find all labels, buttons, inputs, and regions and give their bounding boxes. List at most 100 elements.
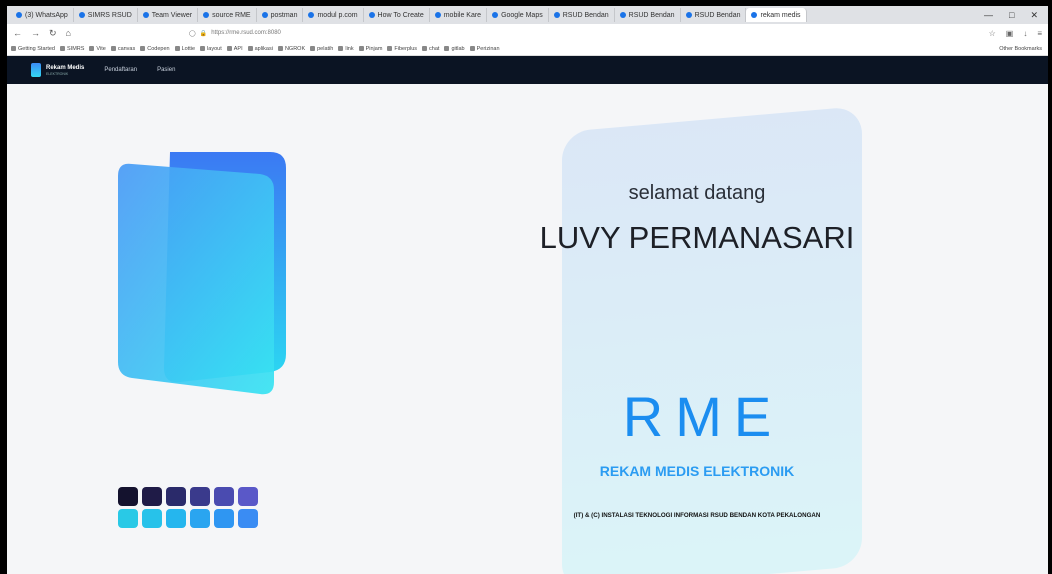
nav-pendaftaran[interactable]: Pendaftaran xyxy=(104,67,137,73)
bookmark-star-icon[interactable]: ☆ xyxy=(989,29,996,38)
reload-icon[interactable]: ↻ xyxy=(49,28,57,39)
bookmark-item[interactable]: Fiberplus xyxy=(387,46,417,52)
bookmark-item[interactable]: aplikasi xyxy=(247,46,273,52)
forward-icon[interactable]: → xyxy=(31,28,40,39)
bookmark-item[interactable]: Codepen xyxy=(140,45,170,52)
downloads-icon[interactable]: ↓ xyxy=(1023,29,1027,38)
browser-tab[interactable]: (3) WhatsApp xyxy=(11,8,74,22)
browser-tab[interactable]: modul p.com xyxy=(303,8,364,22)
bookmark-item[interactable]: Getting Started xyxy=(11,46,55,52)
bookmark-favicon-icon xyxy=(110,46,116,51)
welcome-page: selamat datang LUVY PERMANASARI RME REKA… xyxy=(7,84,1048,574)
shield-icon: ◯ xyxy=(188,30,196,37)
extensions-icon[interactable]: ▣ xyxy=(1006,29,1014,38)
bookmark-item[interactable]: chat xyxy=(422,46,439,52)
menu-icon[interactable]: ≡ xyxy=(1037,29,1042,38)
tab-favicon-icon xyxy=(78,12,85,18)
tab-label: rekam medis xyxy=(760,11,801,19)
bookmark-favicon-icon xyxy=(89,46,95,51)
bookmark-label: pelatih xyxy=(317,45,334,52)
tab-favicon-icon xyxy=(751,12,758,18)
bookmark-item[interactable]: layout xyxy=(200,46,222,52)
browser-tab[interactable]: Team Viewer xyxy=(138,8,199,22)
browser-window: (3) WhatsApp SIMRS RSUD Team Viewer source … xyxy=(7,6,1048,574)
browser-tab[interactable]: RSUD Bendan xyxy=(681,8,747,22)
color-dot xyxy=(118,509,138,528)
bookmark-label: SIMRS xyxy=(67,45,85,52)
bookmark-label: Pinjam xyxy=(365,45,383,52)
back-icon[interactable]: ← xyxy=(13,28,22,39)
browser-tab[interactable]: RSUD Bendan xyxy=(615,8,681,22)
bookmark-label: layout xyxy=(207,45,222,52)
minimize-icon[interactable]: — xyxy=(984,10,993,21)
tab-label: How To Create xyxy=(377,11,424,19)
bookmark-item[interactable]: SIMRS xyxy=(60,46,84,52)
rme-logo xyxy=(118,152,286,395)
brand-logo xyxy=(31,63,41,77)
color-dot xyxy=(142,487,162,506)
tab-label: mobile Kare xyxy=(443,11,482,19)
browser-tab[interactable]: SIMRS RSUD xyxy=(74,8,138,22)
bookmark-favicon-icon xyxy=(200,46,206,51)
bookmark-label: Codepen xyxy=(147,45,170,52)
bookmark-label: gitlab xyxy=(451,45,465,52)
user-name: LUVY PERMANASARI xyxy=(539,220,855,255)
bookmark-favicon-icon xyxy=(387,46,393,51)
bookmark-item[interactable]: link xyxy=(338,46,354,52)
tab-favicon-icon xyxy=(434,12,441,18)
bookmark-label: chat xyxy=(429,45,440,52)
background-shape xyxy=(562,105,862,574)
color-dot xyxy=(118,487,138,506)
bookmark-label: Vite xyxy=(96,45,106,52)
tab-favicon-icon xyxy=(16,12,22,18)
bookmark-favicon-icon xyxy=(140,46,146,51)
tab-favicon-icon xyxy=(203,12,210,18)
url-text[interactable]: https://rme.rsud.com:8080 xyxy=(211,30,281,36)
tab-favicon-icon xyxy=(619,12,626,18)
brand-subtitle: ELEKTRONIK xyxy=(46,71,69,76)
bookmark-favicon-icon xyxy=(310,46,316,51)
other-bookmarks[interactable]: Other Bookmarks xyxy=(999,46,1048,52)
address-bar[interactable]: ◯ 🔒 https://rme.rsud.com:8080 xyxy=(189,30,281,37)
bookmark-label: Lottie xyxy=(181,45,196,52)
browser-tab[interactable]: source RME xyxy=(198,8,257,22)
browser-tab[interactable]: RSUD Bendan xyxy=(549,8,615,22)
maximize-icon[interactable]: □ xyxy=(1009,10,1014,21)
bookmark-item[interactable]: pelatih xyxy=(310,46,333,52)
tab-label: postman xyxy=(270,11,298,19)
rme-fullname: REKAM MEDIS ELEKTRONIK xyxy=(599,463,795,479)
tab-favicon-icon xyxy=(685,12,692,18)
brand[interactable]: Rekam Medis ELEKTRONIK xyxy=(31,63,84,77)
tab-strip: (3) WhatsApp SIMRS RSUD Team Viewer source … xyxy=(7,6,1048,24)
bookmark-item[interactable]: Vite xyxy=(89,45,106,52)
tab-favicon-icon xyxy=(368,12,375,18)
bookmark-favicon-icon xyxy=(338,46,344,51)
color-dot xyxy=(166,509,186,528)
tab-label: RSUD Bendan xyxy=(562,11,609,19)
browser-tab[interactable]: How To Create xyxy=(364,8,430,22)
close-icon[interactable]: ✕ xyxy=(1030,10,1038,21)
tab-label: (3) WhatsApp xyxy=(25,11,68,19)
window-controls: — □ ✕ xyxy=(984,10,1048,21)
bookmark-item[interactable]: canvas xyxy=(110,45,136,52)
bookmark-item[interactable]: Perizinan xyxy=(469,46,500,52)
bookmark-item[interactable]: Pinjam xyxy=(358,45,383,52)
bookmark-item[interactable]: NGROK xyxy=(277,46,305,52)
bookmark-favicon-icon xyxy=(469,46,475,51)
greeting-text: selamat datang xyxy=(628,182,766,204)
tab-favicon-icon xyxy=(261,12,268,18)
lock-icon: 🔒 xyxy=(199,30,208,37)
bookmark-label: canvas xyxy=(117,45,136,52)
bookmark-item[interactable]: Lottie xyxy=(174,45,196,52)
browser-tab[interactable]: rekam medis xyxy=(746,8,807,22)
browser-tab[interactable]: mobile Kare xyxy=(430,8,488,22)
browser-tab[interactable]: Google Maps xyxy=(487,8,549,22)
app-navbar: Rekam Medis ELEKTRONIK Pendaftaran Pasie… xyxy=(7,56,1048,84)
browser-tab[interactable]: postman xyxy=(257,8,304,22)
bookmark-item[interactable]: gitlab xyxy=(444,45,465,52)
tab-label: Team Viewer xyxy=(151,11,193,19)
home-icon[interactable]: ⌂ xyxy=(66,28,71,39)
nav-pasien[interactable]: Pasien xyxy=(157,67,175,73)
bookmark-item[interactable]: API xyxy=(226,46,243,52)
bookmark-favicon-icon xyxy=(226,46,232,51)
